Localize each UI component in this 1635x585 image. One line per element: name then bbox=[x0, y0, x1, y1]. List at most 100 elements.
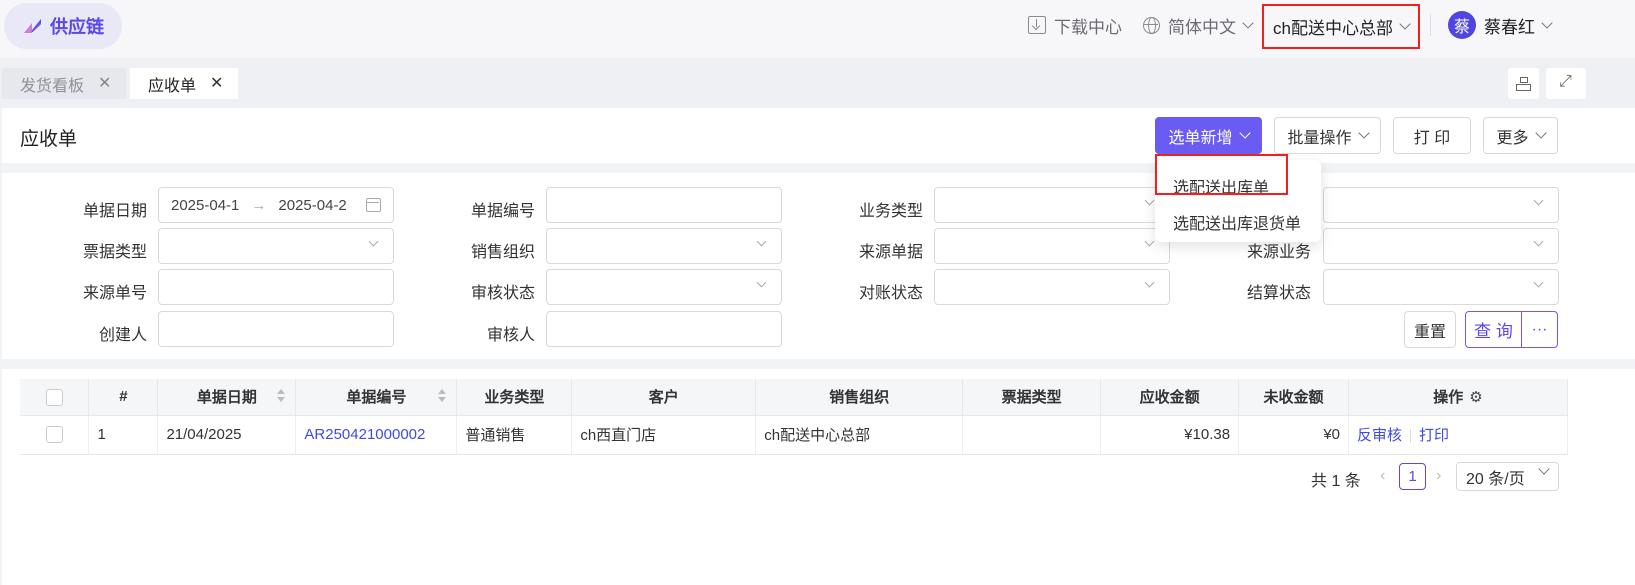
divider bbox=[1410, 429, 1412, 444]
language-label: 简体中文 bbox=[1168, 17, 1236, 37]
audit-status-select[interactable] bbox=[546, 269, 782, 305]
page-number: 1 bbox=[1399, 463, 1426, 490]
tab-label: 发货看板 bbox=[20, 77, 85, 95]
download-center-link[interactable]: 下载中心 bbox=[1028, 0, 1122, 50]
biz-type-select[interactable] bbox=[934, 187, 1170, 223]
row-date: 21/04/2025 bbox=[157, 415, 297, 455]
print-label: 打 印 bbox=[1413, 129, 1451, 147]
filter-label-sales-org: 销售组织 bbox=[470, 244, 535, 261]
column-header-invoice-type: 票据类型 bbox=[962, 379, 1102, 416]
filter-label-source-doc: 来源单据 bbox=[858, 244, 923, 261]
column-header-doc-no[interactable]: 单据编号 bbox=[295, 379, 458, 416]
app-logo[interactable]: 供应链 bbox=[4, 3, 122, 49]
globe-icon bbox=[1143, 16, 1160, 34]
table-row[interactable]: 1 21/04/2025 AR250421000002 普通销售 ch西直门店 … bbox=[20, 415, 1568, 455]
unaudit-link[interactable]: 反审核 bbox=[1357, 427, 1402, 444]
settle-status-select[interactable] bbox=[1323, 269, 1559, 305]
tab-label: 应收单 bbox=[148, 77, 197, 95]
chevron-down-icon bbox=[1238, 127, 1251, 139]
expand-icon bbox=[1559, 73, 1573, 91]
print-link[interactable]: 打印 bbox=[1419, 427, 1449, 444]
menu-item-delivery-return[interactable]: 选配送出库退货单 bbox=[1173, 210, 1301, 234]
more-button[interactable]: 更多 bbox=[1483, 117, 1558, 154]
tab-bar: 发货看板 ✕ 应收单 ✕ bbox=[0, 58, 1635, 108]
row-unreceived: ¥0 bbox=[1238, 415, 1350, 455]
row-customer: ch西直门店 bbox=[571, 415, 757, 455]
filter-label-settle-status: 结算状态 bbox=[1246, 285, 1311, 302]
add-from-doc-button[interactable]: 选单新增 bbox=[1155, 117, 1262, 154]
auditor-input[interactable] bbox=[546, 311, 782, 347]
chevron-down-icon bbox=[1144, 236, 1155, 247]
prev-page-button[interactable]: ‹ bbox=[1380, 467, 1385, 485]
page-title: 应收单 bbox=[20, 129, 78, 150]
close-icon[interactable]: ✕ bbox=[210, 73, 223, 93]
row-select-cell bbox=[20, 415, 90, 455]
org-selector[interactable]: ch配送中心总部 bbox=[1262, 4, 1420, 49]
filter-label-invoice-type: 票据类型 bbox=[82, 244, 147, 261]
fullscreen-button[interactable] bbox=[1546, 68, 1586, 99]
logo-icon bbox=[24, 18, 42, 34]
recon-status-select[interactable] bbox=[934, 269, 1170, 305]
filter-label-audit-status: 审核状态 bbox=[470, 285, 535, 302]
sales-org-select[interactable] bbox=[546, 228, 782, 264]
doc-no-link[interactable]: AR250421000002 bbox=[304, 426, 425, 443]
column-header-customer: 客户 bbox=[571, 379, 757, 416]
filter-label-creator: 创建人 bbox=[98, 327, 147, 344]
page-size-select[interactable]: 20 条/页 bbox=[1456, 462, 1559, 491]
close-icon[interactable]: ✕ bbox=[98, 73, 111, 93]
row-checkbox[interactable] bbox=[45, 426, 63, 444]
select-all-header bbox=[20, 379, 90, 416]
sitemap-button[interactable] bbox=[1508, 68, 1539, 99]
batch-actions-button[interactable]: 批量操作 bbox=[1274, 117, 1381, 154]
print-button[interactable]: 打 印 bbox=[1393, 117, 1471, 154]
extra-select[interactable] bbox=[1323, 187, 1559, 223]
column-header-date[interactable]: 单据日期 bbox=[157, 379, 297, 416]
filter-label-doc-date: 单据日期 bbox=[82, 203, 147, 220]
row-actions: 反审核 打印 bbox=[1348, 415, 1568, 455]
tab-receivable[interactable]: 应收单 ✕ bbox=[130, 68, 238, 99]
filter-panel: 单据日期 2025-04-1 → 2025-04-2 单据编号 业务类型 票据类… bbox=[2, 173, 1635, 359]
column-header-actions-label: 操作 bbox=[1433, 389, 1464, 407]
top-bar: 供应链 下载中心 简体中文 ch配送中心总部 蔡 蔡春红 bbox=[0, 0, 1635, 58]
chevron-down-icon bbox=[1534, 127, 1547, 139]
language-selector[interactable]: 简体中文 bbox=[1143, 0, 1254, 50]
column-header-receivable: 应收金额 bbox=[1100, 379, 1240, 416]
column-header-date-label: 单据日期 bbox=[196, 389, 257, 407]
column-header-doc-no-label: 单据编号 bbox=[346, 389, 407, 407]
date-start: 2025-04-1 bbox=[171, 196, 240, 214]
org-label: ch配送中心总部 bbox=[1273, 19, 1393, 38]
gear-icon[interactable]: ⚙ bbox=[1469, 388, 1482, 406]
sort-icon[interactable] bbox=[277, 389, 286, 405]
invoice-type-select[interactable] bbox=[158, 228, 394, 264]
more-label: 更多 bbox=[1496, 129, 1529, 147]
page-1-button[interactable]: 1 bbox=[1399, 463, 1426, 490]
sort-icon[interactable] bbox=[438, 389, 447, 405]
highlight-box bbox=[1155, 154, 1288, 195]
chevron-down-icon bbox=[1242, 16, 1254, 29]
tab-shipping-board[interactable]: 发货看板 ✕ bbox=[2, 68, 126, 99]
divider bbox=[1430, 14, 1431, 36]
doc-date-range[interactable]: 2025-04-1 → 2025-04-2 bbox=[158, 187, 394, 223]
chevron-down-icon bbox=[1533, 236, 1544, 247]
source-biz-select[interactable] bbox=[1323, 228, 1559, 264]
next-page-button[interactable]: › bbox=[1436, 467, 1441, 485]
avatar: 蔡 bbox=[1448, 11, 1476, 39]
chevron-left-icon: ‹ bbox=[1380, 467, 1386, 484]
user-name: 蔡春红 bbox=[1484, 17, 1535, 37]
column-header-unreceived: 未收金额 bbox=[1238, 379, 1350, 416]
doc-no-input[interactable] bbox=[546, 187, 782, 223]
row-sales-org: ch配送中心总部 bbox=[755, 415, 964, 455]
reset-button[interactable]: 重置 bbox=[1404, 311, 1456, 348]
query-more-button[interactable]: ··· bbox=[1522, 312, 1557, 347]
chevron-down-icon bbox=[1144, 195, 1155, 206]
user-menu[interactable]: 蔡 蔡春红 bbox=[1448, 11, 1553, 39]
source-doc-select[interactable] bbox=[934, 228, 1170, 264]
source-no-input[interactable] bbox=[158, 269, 394, 305]
chevron-down-icon bbox=[756, 277, 767, 288]
select-all-checkbox[interactable] bbox=[45, 388, 63, 406]
query-button[interactable]: 查 询 bbox=[1466, 312, 1522, 347]
add-from-doc-label: 选单新增 bbox=[1168, 129, 1233, 147]
chevron-down-icon bbox=[1399, 18, 1411, 30]
creator-input[interactable] bbox=[158, 311, 394, 347]
chevron-down-icon bbox=[1533, 277, 1544, 288]
